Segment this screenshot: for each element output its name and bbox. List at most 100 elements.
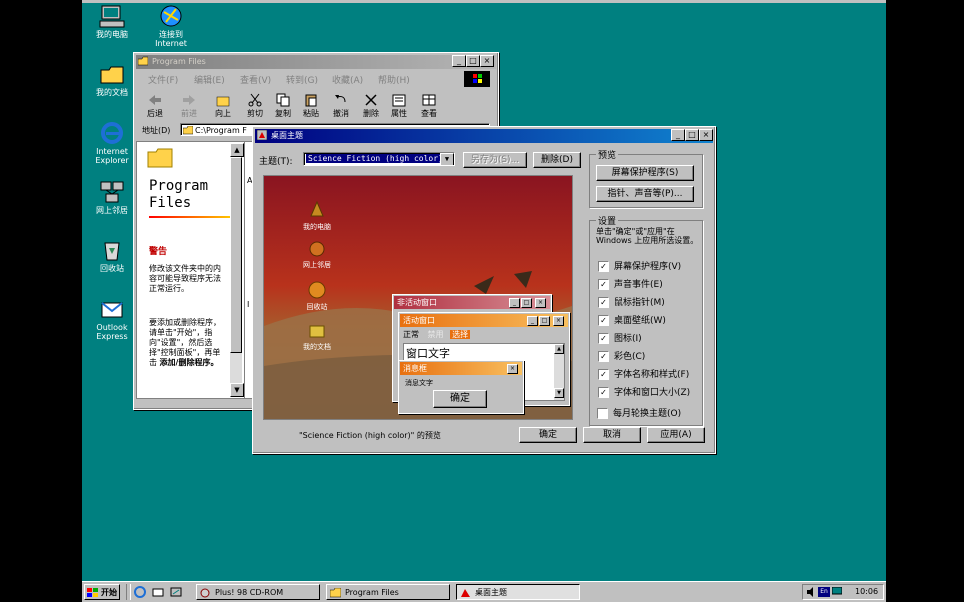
computer-icon [310, 200, 324, 217]
maximize-button[interactable]: □ [466, 55, 480, 67]
desktop-themes-window: 桌面主题 _ □ × 主题(T): Science Fiction (high … [252, 126, 716, 454]
desktop: 我的电脑 连接到 Internet 我的文档 Internet Explorer… [82, 0, 886, 602]
setting-screensaver[interactable]: ✓ 屏幕保护程序(V) [598, 261, 681, 274]
preview-caption: "Science Fiction (high color)" 的预览 [299, 431, 441, 440]
menu-go[interactable]: 转到(G) [286, 73, 318, 86]
cancel-button[interactable]: 取消 [583, 427, 641, 443]
screensaver-preview-button[interactable]: 屏幕保护程序(S) [596, 165, 694, 181]
language-indicator[interactable]: En [818, 587, 830, 597]
close-icon: × [507, 364, 518, 374]
forward-button[interactable]: 前进 [174, 93, 204, 119]
back-button[interactable]: 后退 [140, 93, 170, 119]
taskbar-divider [126, 584, 131, 600]
preview-message-ok: 确定 [433, 390, 487, 408]
minimize-button[interactable]: _ [452, 55, 466, 67]
setting-wallpaper[interactable]: ✓ 桌面壁纸(W) [598, 315, 666, 328]
maximize-button[interactable]: □ [685, 129, 699, 141]
preview-window-text: 窗口文字 [406, 347, 450, 360]
outlook-quicklaunch-icon[interactable] [152, 586, 164, 598]
setting-icons[interactable]: ✓ 图标(I) [598, 333, 642, 346]
themes-titlebar[interactable]: 桌面主题 [255, 129, 713, 143]
show-desktop-icon[interactable] [170, 586, 182, 598]
undo-button[interactable]: 撤消 [326, 93, 356, 119]
folder-icon [309, 325, 325, 338]
task-desktop-themes[interactable]: 桌面主题 [456, 584, 580, 600]
close-button[interactable]: × [699, 129, 713, 141]
delete-button[interactable]: 删除 [356, 93, 386, 119]
minimize-button[interactable]: _ [671, 129, 685, 141]
info-pane-scrollbar[interactable]: ▲ ▼ [230, 143, 244, 397]
delete-theme-button[interactable]: 删除(D) [533, 152, 581, 168]
top-window-edge [82, 0, 886, 3]
menu-favorites[interactable]: 收藏(A) [332, 73, 363, 86]
setting-colors[interactable]: ✓ 彩色(C) [598, 351, 645, 364]
checkbox-checked-icon: ✓ [598, 261, 609, 272]
close-icon: × [553, 316, 564, 326]
properties-icon [391, 93, 407, 107]
checkbox-unchecked-icon [597, 408, 608, 419]
folder-icon [99, 62, 125, 86]
start-button[interactable]: 开始 [84, 584, 120, 600]
theme-select[interactable]: Science Fiction (high color) ▼ [303, 152, 455, 166]
folder-icon [137, 56, 149, 66]
apply-button[interactable]: 应用(A) [647, 427, 705, 443]
monitor-tray-icon[interactable] [831, 586, 843, 597]
scroll-down-icon[interactable]: ▼ [230, 383, 244, 397]
setting-font-names[interactable]: ✓ 字体名称和样式(F) [598, 369, 689, 382]
preview-menu-normal: 正常 [403, 330, 419, 339]
clock[interactable]: 10:06 [855, 586, 878, 598]
preview-icon-network: 网上邻居 [294, 240, 340, 270]
views-button[interactable]: 查看 [414, 93, 444, 119]
copy-button[interactable]: 复制 [268, 93, 298, 119]
menu-view[interactable]: 查看(V) [240, 73, 271, 86]
paste-button[interactable]: 粘贴 [296, 93, 326, 119]
explorer-titlebar[interactable]: Program Files [136, 55, 496, 69]
recycle-bin-icon [308, 281, 326, 299]
preview-message-box: 消息框 × 消息文字 确定 [398, 360, 524, 414]
ok-button[interactable]: 确定 [519, 427, 577, 443]
task-program-files[interactable]: Program Files [326, 584, 450, 600]
cut-button[interactable]: 剪切 [240, 93, 270, 119]
forward-arrow-icon [181, 93, 197, 107]
menu-help[interactable]: 帮助(H) [378, 73, 410, 86]
themes-app-icon [256, 129, 268, 141]
scroll-up-icon[interactable]: ▲ [230, 143, 244, 157]
menu-edit[interactable]: 编辑(E) [194, 73, 225, 86]
task-plus98[interactable]: Plus! 98 CD-ROM [196, 584, 320, 600]
scroll-thumb[interactable] [230, 157, 242, 353]
list-item: I [247, 300, 250, 309]
system-tray: En 10:06 [802, 584, 884, 600]
preview-menubar: 正常 禁用 选择 [403, 329, 471, 340]
windows-logo-icon [464, 71, 490, 87]
recycle-bin-icon [99, 238, 125, 262]
setting-sound-events[interactable]: ✓ 声音事件(E) [598, 279, 663, 292]
pointers-sounds-button[interactable]: 指针、声音等(P)... [596, 186, 694, 202]
properties-button[interactable]: 属性 [384, 93, 414, 119]
setting-mouse-pointers[interactable]: ✓ 鼠标指针(M) [598, 297, 665, 310]
address-label: 地址(D) [142, 126, 171, 135]
chevron-down-icon[interactable]: ▼ [440, 153, 454, 165]
settings-group: 设置 单击"确定"或"应用"在 Windows 上应用所选设置。 ✓ 屏幕保护程序… [589, 214, 703, 426]
save-as-button[interactable]: 另存为(S)... [463, 152, 527, 168]
explorer-menubar: 文件(F) 编辑(E) 查看(V) 转到(G) 收藏(A) 帮助(H) [148, 73, 468, 87]
ie-quicklaunch-icon[interactable] [134, 586, 146, 598]
checkbox-checked-icon: ✓ [598, 333, 609, 344]
monthly-rotate-checkbox[interactable]: 每月轮换主题(O) [597, 408, 681, 421]
desktop-icon-my-computer[interactable]: 我的电脑 [83, 4, 141, 39]
menu-file[interactable]: 文件(F) [148, 73, 178, 86]
close-icon: × [535, 298, 546, 308]
cd-icon [200, 588, 211, 598]
preview-group: 预览 屏幕保护程序(S) 指针、声音等(P)... [589, 148, 703, 208]
scroll-up-icon: ▲ [554, 344, 564, 354]
theme-label: 主题(T): [259, 157, 293, 167]
setting-font-sizes[interactable]: ✓ 字体和窗口大小(Z) [598, 387, 690, 400]
themes-app-icon [460, 588, 471, 598]
checkbox-checked-icon: ✓ [598, 279, 609, 290]
preview-menu-disabled: 禁用 [427, 330, 444, 339]
maximize-icon: □ [521, 298, 532, 308]
volume-icon[interactable] [806, 587, 816, 597]
up-button[interactable]: 向上 [208, 93, 238, 119]
minimize-icon: _ [527, 316, 538, 326]
close-button[interactable]: × [480, 55, 494, 67]
desktop-icon-connect-internet[interactable]: 连接到 Internet [142, 4, 200, 48]
